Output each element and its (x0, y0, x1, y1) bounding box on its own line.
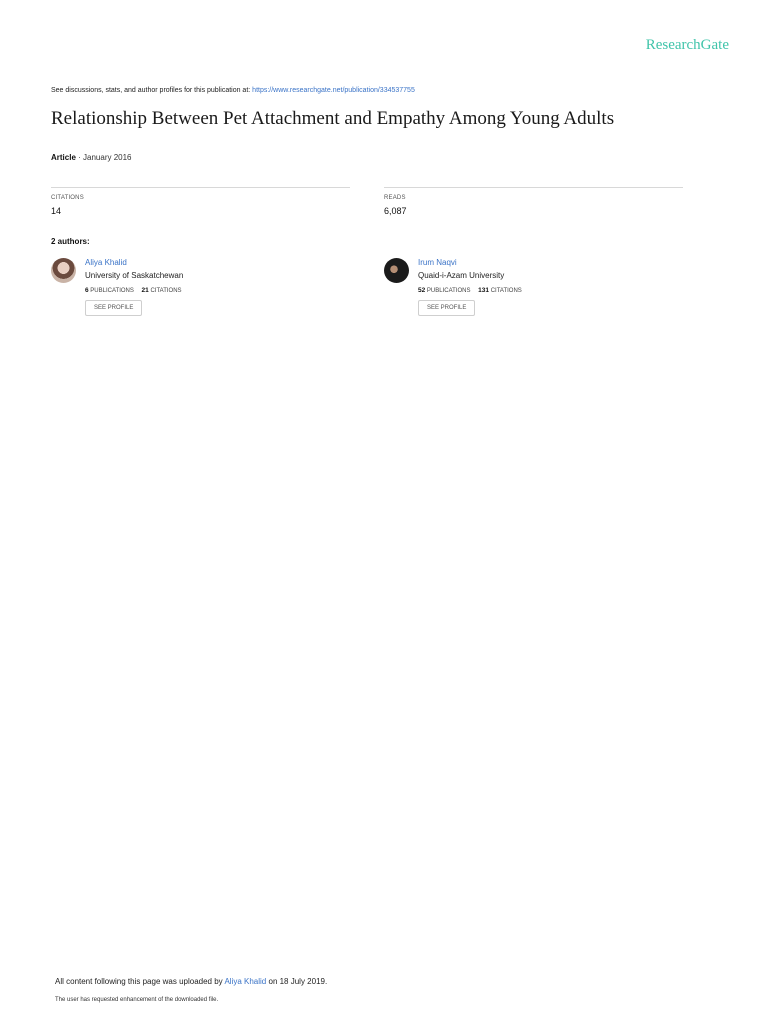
author-institution: Quaid-i-Azam University (418, 271, 505, 280)
citations-value: 14 (51, 206, 62, 216)
see-profile-button[interactable]: SEE PROFILE (418, 300, 476, 316)
avatar[interactable] (384, 258, 409, 283)
article-title: Relationship Between Pet Attachment and … (51, 108, 615, 129)
author-citations-label: CITATIONS (150, 288, 182, 294)
article-meta: Article · January 2016 (51, 153, 132, 162)
upload-suffix: on 18 July 2019. (266, 977, 328, 986)
reads-stat: READS 6,087 (384, 187, 683, 216)
author-citations-count: 21 (141, 287, 149, 294)
avatar[interactable] (51, 258, 76, 283)
publication-link[interactable]: https://www.researchgate.net/publication… (252, 87, 415, 94)
discussion-line: See discussions, stats, and author profi… (51, 87, 415, 94)
author-name[interactable]: Aliya Khalid (85, 258, 188, 267)
article-type: Article (51, 153, 76, 162)
researchgate-logo[interactable]: ResearchGate (646, 37, 729, 54)
uploader-link[interactable]: Aliya Khalid (224, 977, 266, 986)
see-profile-button[interactable]: SEE PROFILE (85, 300, 143, 316)
citations-stat: CITATIONS 14 (51, 187, 350, 216)
reads-label: READS (384, 195, 406, 201)
author-citations-label: CITATIONS (490, 288, 522, 294)
author-institution: University of Saskatchewan (85, 271, 184, 280)
authors-heading: 2 authors: (51, 237, 90, 246)
publications-count: 52 (418, 287, 426, 294)
publications-count: 6 (85, 287, 89, 294)
author-name[interactable]: Irum Naqvi (418, 258, 528, 267)
author-counts: 52 PUBLICATIONS 131 CITATIONS (418, 287, 528, 294)
discussion-text: See discussions, stats, and author profi… (51, 87, 253, 94)
meta-separator: · (75, 153, 84, 162)
upload-prefix: All content following this page was uplo… (55, 977, 225, 986)
publications-label: PUBLICATIONS (90, 288, 134, 294)
reads-value: 6,087 (384, 206, 407, 216)
enhancement-note: The user has requested enhancement of th… (55, 997, 219, 1003)
upload-notice: All content following this page was uplo… (55, 977, 327, 986)
publications-label: PUBLICATIONS (426, 288, 471, 294)
author-citations-count: 131 (478, 287, 490, 294)
author-counts: 6 PUBLICATIONS 21 CITATIONS (85, 287, 188, 294)
article-date: January 2016 (83, 153, 132, 162)
citations-label: CITATIONS (51, 195, 84, 201)
